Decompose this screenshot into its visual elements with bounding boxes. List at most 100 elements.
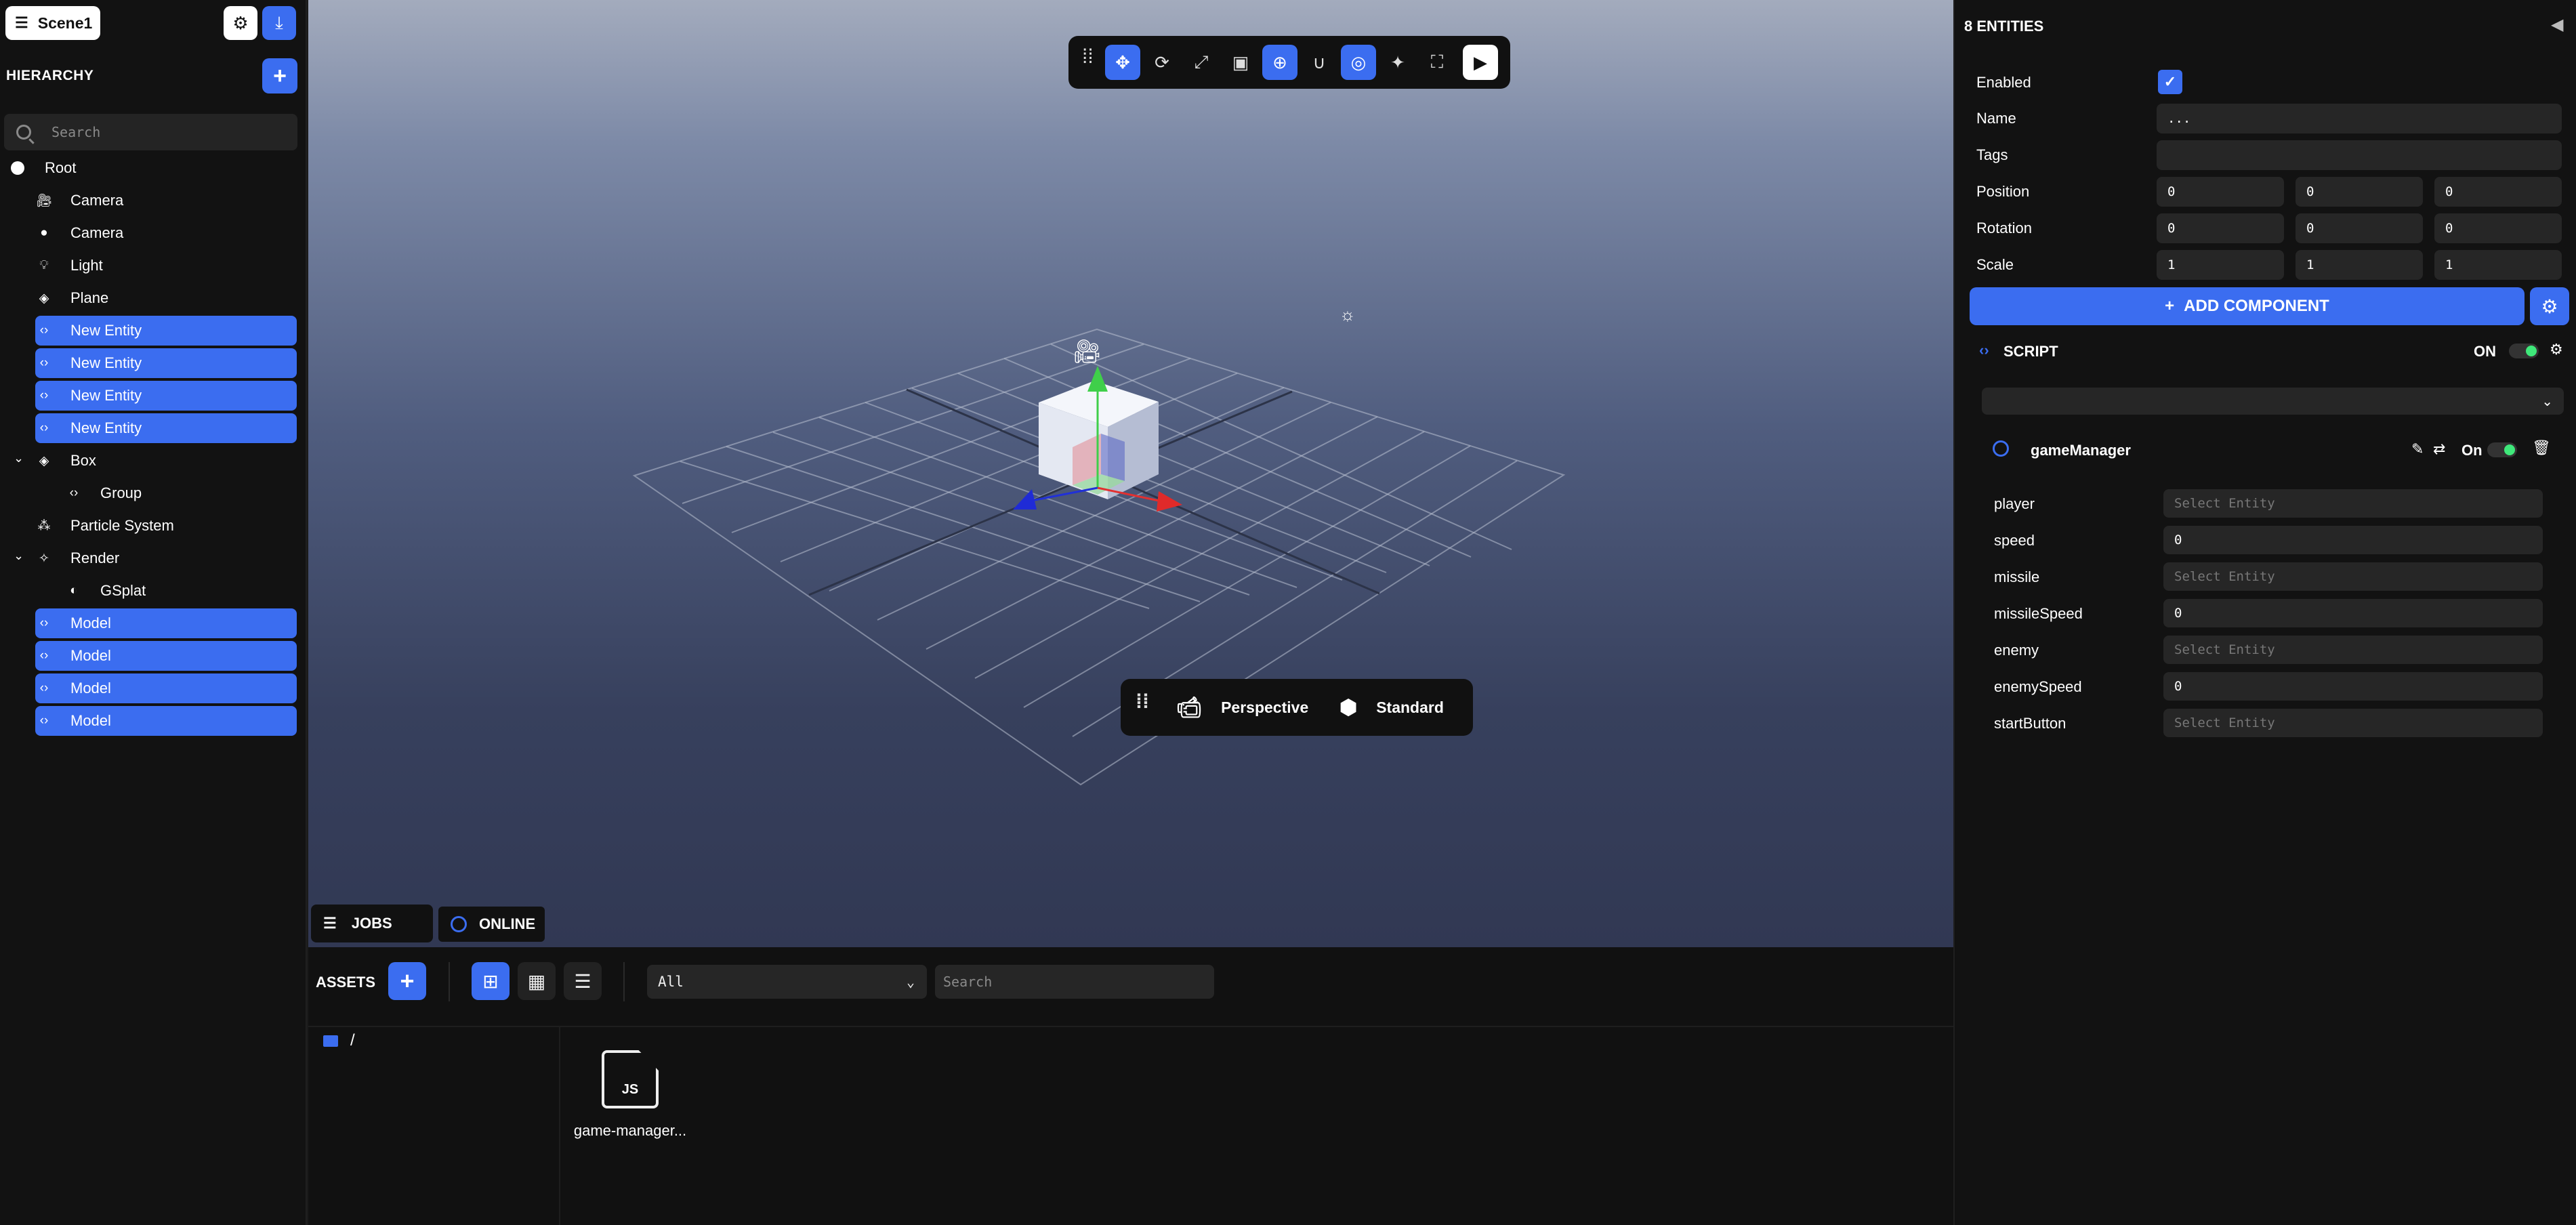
tags-input[interactable] xyxy=(2157,140,2562,170)
number-input[interactable]: 0 xyxy=(2163,599,2543,627)
script-asset-select[interactable]: ⌄ xyxy=(1982,388,2564,415)
camera-mode-label: Perspective xyxy=(1221,698,1309,716)
fullscreen-icon: ⛶ xyxy=(1430,51,1444,72)
entity-picker-input[interactable]: Select Entity xyxy=(2163,636,2543,664)
rotation-x-input[interactable]: 0 xyxy=(2157,213,2284,243)
download-button[interactable]: ⤓ xyxy=(262,6,296,40)
entity-picker-input[interactable]: Select Entity xyxy=(2163,709,2543,737)
effects-button[interactable]: ✦ xyxy=(1380,45,1415,80)
tree-item-root[interactable]: Root xyxy=(11,153,295,183)
tree-item-label: Root xyxy=(45,159,77,176)
gear-icon[interactable]: ⚙ xyxy=(2550,341,2563,358)
gear-icon: ⚙ xyxy=(2541,295,2558,317)
tree-item[interactable]: ⁂ Particle System xyxy=(35,511,295,541)
entity-picker-input[interactable]: Select Entity xyxy=(2163,562,2543,591)
snap-button[interactable]: ∪ xyxy=(1302,45,1337,80)
drag-handle-icon[interactable]: ⁞⁞ xyxy=(1136,692,1149,712)
folder-root[interactable]: / xyxy=(323,1031,355,1050)
position-z-input[interactable]: 0 xyxy=(2434,177,2562,207)
camera-mode-button[interactable]: 📹︎ Perspective xyxy=(1176,679,1308,736)
file-type-label: JS xyxy=(621,1082,639,1097)
asset-type-filter[interactable]: All ⌄ xyxy=(647,965,927,999)
drag-handle-icon[interactable]: ⁞⁞ xyxy=(1082,47,1094,67)
chevron-down-icon[interactable]: ⌄ xyxy=(14,549,24,563)
tree-item-selected[interactable]: ‹› Model xyxy=(35,608,297,638)
code-icon: ‹› xyxy=(39,388,49,402)
tree-item[interactable]: ◈ Box xyxy=(35,446,295,476)
tree-item[interactable]: ‹› Group xyxy=(65,478,295,508)
rotation-y-input[interactable]: 0 xyxy=(2295,213,2423,243)
tree-item[interactable]: 💡︎ Light xyxy=(35,251,295,281)
list-icon: ☰ xyxy=(574,970,591,992)
sparkle-icon: ✦ xyxy=(1390,51,1405,72)
name-label: Name xyxy=(1976,110,2016,127)
entity-picker-input[interactable]: Select Entity xyxy=(2163,489,2543,518)
resize-tool-button[interactable]: ▣ xyxy=(1223,45,1258,80)
swap-icon[interactable]: ⇄ xyxy=(2433,440,2445,458)
chevron-down-icon[interactable]: ⌄ xyxy=(14,451,24,465)
light-gizmo-icon[interactable]: ☼ xyxy=(1339,304,1356,325)
grid-large-icon: ⊞ xyxy=(482,970,499,992)
tree-item-selected[interactable]: ‹› New Entity xyxy=(35,348,297,378)
translate-tool-button[interactable]: ✥ xyxy=(1105,45,1140,80)
scale-z-input[interactable]: 1 xyxy=(2434,250,2562,280)
scale-x-input[interactable]: 1 xyxy=(2157,250,2284,280)
tree-item[interactable]: ◈ Plane xyxy=(35,283,295,313)
tree-item[interactable]: 🎥︎ Camera xyxy=(35,186,295,215)
enabled-checkbox[interactable]: ✓ xyxy=(2158,70,2182,94)
code-icon: ‹› xyxy=(39,616,49,630)
tree-item-selected[interactable]: ‹› New Entity xyxy=(35,316,297,346)
position-x-input[interactable]: 0 xyxy=(2157,177,2284,207)
tree-item[interactable]: ● Camera xyxy=(35,218,295,248)
tree-item[interactable]: ✧ Render xyxy=(35,543,295,573)
collapse-panel-icon[interactable]: ◀ xyxy=(2551,15,2563,35)
position-y-input[interactable]: 0 xyxy=(2295,177,2423,207)
camera-gizmo-icon[interactable]: 🎥︎ xyxy=(1073,339,1102,365)
mesh-icon: ◈ xyxy=(39,291,49,306)
add-entity-button[interactable]: + xyxy=(262,58,297,94)
online-status-button[interactable]: ONLINE xyxy=(438,907,545,942)
tree-item-label: Model xyxy=(70,680,111,697)
tree-item[interactable]: ◐ GSplat xyxy=(65,576,295,606)
tree-item-selected[interactable]: ‹› New Entity xyxy=(35,413,297,443)
list-view-button[interactable]: ☰ xyxy=(564,962,602,1000)
tree-item-selected[interactable]: ‹› Model xyxy=(35,706,297,736)
selected-entity-gizmo[interactable] xyxy=(1013,366,1182,512)
render-mode-button[interactable]: ⬢ Standard xyxy=(1339,679,1444,736)
tree-item-selected[interactable]: ‹› Model xyxy=(35,673,297,703)
rotate-tool-button[interactable]: ⟳ xyxy=(1144,45,1180,80)
jobs-button[interactable]: ☰ JOBS xyxy=(311,905,433,942)
large-grid-view-button[interactable]: ⊞ xyxy=(472,962,510,1000)
settings-button[interactable]: ⚙ xyxy=(224,6,257,40)
world-space-button[interactable]: ⊕ xyxy=(1262,45,1297,80)
trash-icon[interactable]: 🗑︎ xyxy=(2532,439,2551,457)
script-enabled-toggle[interactable] xyxy=(2509,344,2539,358)
scene-viewport[interactable]: 🎥︎ ☼ ⁞⁞ ✥ ⟳ ⤢ ▣ ⊕ ∪ ◎ ✦ ⛶ ▶ ⁞⁞ 📹︎ Perspe… xyxy=(308,0,1953,947)
hierarchy-search-input[interactable]: Search xyxy=(4,114,297,150)
fullscreen-button[interactable]: ⛶ xyxy=(1419,45,1455,80)
number-input[interactable]: 0 xyxy=(2163,672,2543,701)
tree-item-label: New Entity xyxy=(70,322,142,339)
play-button[interactable]: ▶ xyxy=(1463,45,1498,80)
small-grid-view-button[interactable]: ▦ xyxy=(518,962,556,1000)
scale-y-input[interactable]: 1 xyxy=(2295,250,2423,280)
rotation-z-input[interactable]: 0 xyxy=(2434,213,2562,243)
name-input[interactable]: ... xyxy=(2157,104,2562,133)
focus-button[interactable]: ◎ xyxy=(1341,45,1376,80)
scale-tool-button[interactable]: ⤢ xyxy=(1184,45,1219,80)
tree-item-selected[interactable]: ‹› New Entity xyxy=(35,381,297,411)
number-input[interactable]: 0 xyxy=(2163,526,2543,554)
rotate-icon: ⟳ xyxy=(1155,51,1169,72)
divider xyxy=(449,962,450,1001)
add-asset-button[interactable]: + xyxy=(388,962,426,1000)
edit-icon[interactable]: ✎ xyxy=(2411,440,2424,458)
add-component-button[interactable]: + ADD COMPONENT xyxy=(1970,287,2525,325)
asset-search-placeholder: Search xyxy=(943,974,993,990)
component-settings-button[interactable]: ⚙ xyxy=(2530,287,2569,325)
tree-item-selected[interactable]: ‹› Model xyxy=(35,641,297,671)
tags-label: Tags xyxy=(1976,146,2008,163)
script-instance-toggle[interactable] xyxy=(2487,442,2517,457)
asset-file[interactable]: JS game-manager... xyxy=(566,1050,694,1140)
asset-search-input[interactable]: Search xyxy=(935,965,1214,999)
scene-menu-button[interactable]: ☰ Scene1 xyxy=(5,6,100,40)
